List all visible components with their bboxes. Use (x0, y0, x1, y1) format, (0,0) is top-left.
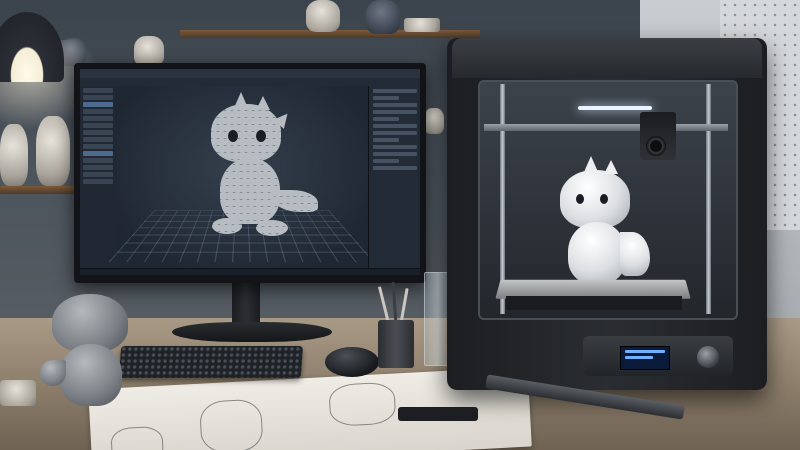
outliner-item[interactable] (83, 116, 113, 121)
sketch-drawing (198, 398, 264, 450)
property-field[interactable] (373, 131, 417, 135)
outliner-item[interactable] (83, 137, 113, 142)
workshop-scene (0, 0, 800, 450)
dragon-spike (256, 96, 270, 110)
white-dragon-body (568, 222, 626, 284)
outliner-item[interactable] (83, 88, 113, 93)
outliner-panel[interactable] (80, 86, 117, 268)
outliner-item[interactable] (83, 144, 113, 149)
dragon-wireframe-foot (212, 218, 242, 234)
dragon-wireframe-tail (274, 190, 318, 212)
modeling-software-window (80, 69, 420, 275)
outliner-item-selected[interactable] (83, 151, 113, 156)
monitor-stand-neck (232, 283, 260, 327)
shelf-statue (0, 124, 28, 186)
property-field[interactable] (373, 110, 417, 114)
property-field[interactable] (373, 166, 417, 170)
dragon-wireframe-foot (256, 220, 288, 236)
lcd-line (625, 350, 665, 353)
status-bar (80, 268, 420, 275)
dragon-eye (256, 130, 266, 142)
lcd-line (625, 356, 653, 359)
outliner-item[interactable] (83, 95, 113, 100)
monitor (74, 63, 426, 283)
dragon-eye (576, 194, 584, 204)
x-gantry (484, 124, 728, 131)
computer-mouse (325, 347, 379, 377)
shelf-figurine-dark (366, 0, 400, 34)
shelf-figurine (134, 36, 164, 66)
outliner-item[interactable] (83, 158, 113, 163)
property-field[interactable] (373, 117, 399, 121)
property-field[interactable] (373, 152, 417, 156)
z-axis-rod (706, 84, 711, 314)
grey-dragon-tail (40, 360, 66, 386)
outliner-item[interactable] (83, 109, 113, 114)
dragon-wireframe-body (220, 158, 280, 224)
shelf-figurine (424, 108, 444, 134)
dragon-eye (228, 130, 238, 142)
shelf-box (404, 18, 440, 32)
outliner-item[interactable] (83, 123, 113, 128)
control-knob-icon (697, 346, 719, 368)
dragon-spike (234, 92, 248, 108)
dragon-spike (584, 156, 598, 172)
sketch-drawing (110, 425, 165, 450)
small-printed-part (0, 380, 36, 406)
property-field[interactable] (373, 103, 417, 107)
left-shelf (0, 186, 80, 194)
property-field[interactable] (373, 124, 417, 128)
sketch-drawing (328, 381, 397, 427)
dragon-eye (600, 194, 608, 204)
properties-panel[interactable] (368, 86, 420, 268)
dragon-wireframe-head (211, 104, 281, 162)
property-field[interactable] (373, 89, 417, 93)
property-field[interactable] (373, 159, 399, 163)
menu-bar[interactable] (80, 69, 420, 78)
grey-dragon-body (60, 344, 122, 406)
white-dragon-head (560, 170, 630, 228)
3d-viewport[interactable] (108, 86, 376, 268)
pen-cup (378, 320, 414, 368)
led-light-bar (578, 106, 652, 110)
property-field[interactable] (373, 138, 399, 142)
outliner-item[interactable] (83, 179, 113, 184)
dragon-spike (604, 160, 618, 174)
property-field[interactable] (373, 145, 417, 149)
property-field[interactable] (373, 96, 399, 100)
keyboard (118, 346, 304, 378)
printer-top-cover (452, 38, 762, 78)
printed-clips (398, 407, 478, 421)
outliner-item[interactable] (83, 130, 113, 135)
shelf-figurine (306, 0, 340, 32)
fan-icon (646, 136, 666, 156)
outliner-item[interactable] (83, 165, 113, 170)
outliner-item-selected[interactable] (83, 102, 113, 107)
monitor-stand-base (172, 322, 332, 342)
outliner-item[interactable] (83, 172, 113, 177)
print-bed-base (506, 296, 682, 310)
printer-lcd-screen (620, 346, 670, 370)
